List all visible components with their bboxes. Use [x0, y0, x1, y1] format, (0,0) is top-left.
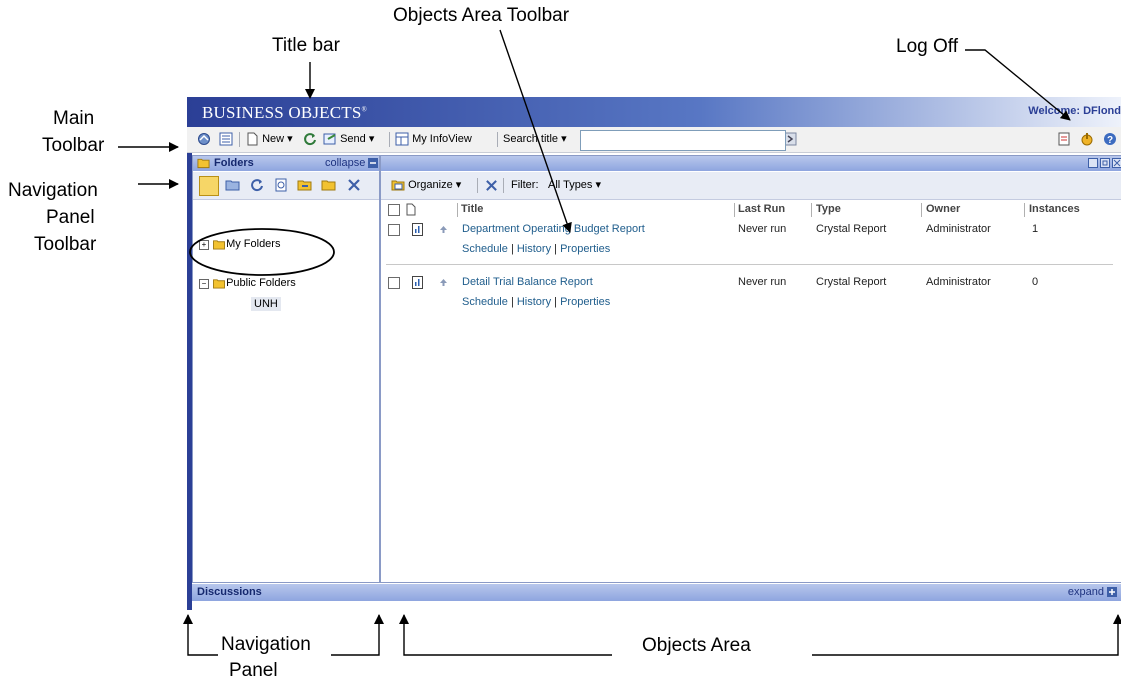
arrow-nav-panel-left [183, 614, 218, 656]
callout-arrows [118, 29, 1121, 656]
arrow-objects-area-right [812, 614, 1121, 656]
arrow-objects-area-left [399, 614, 612, 656]
highlight-ellipse [189, 228, 335, 276]
arrow-log-off [965, 49, 1071, 121]
arrow-nav-panel-right [331, 614, 384, 656]
arrow-objects-area-toolbar [499, 29, 572, 233]
